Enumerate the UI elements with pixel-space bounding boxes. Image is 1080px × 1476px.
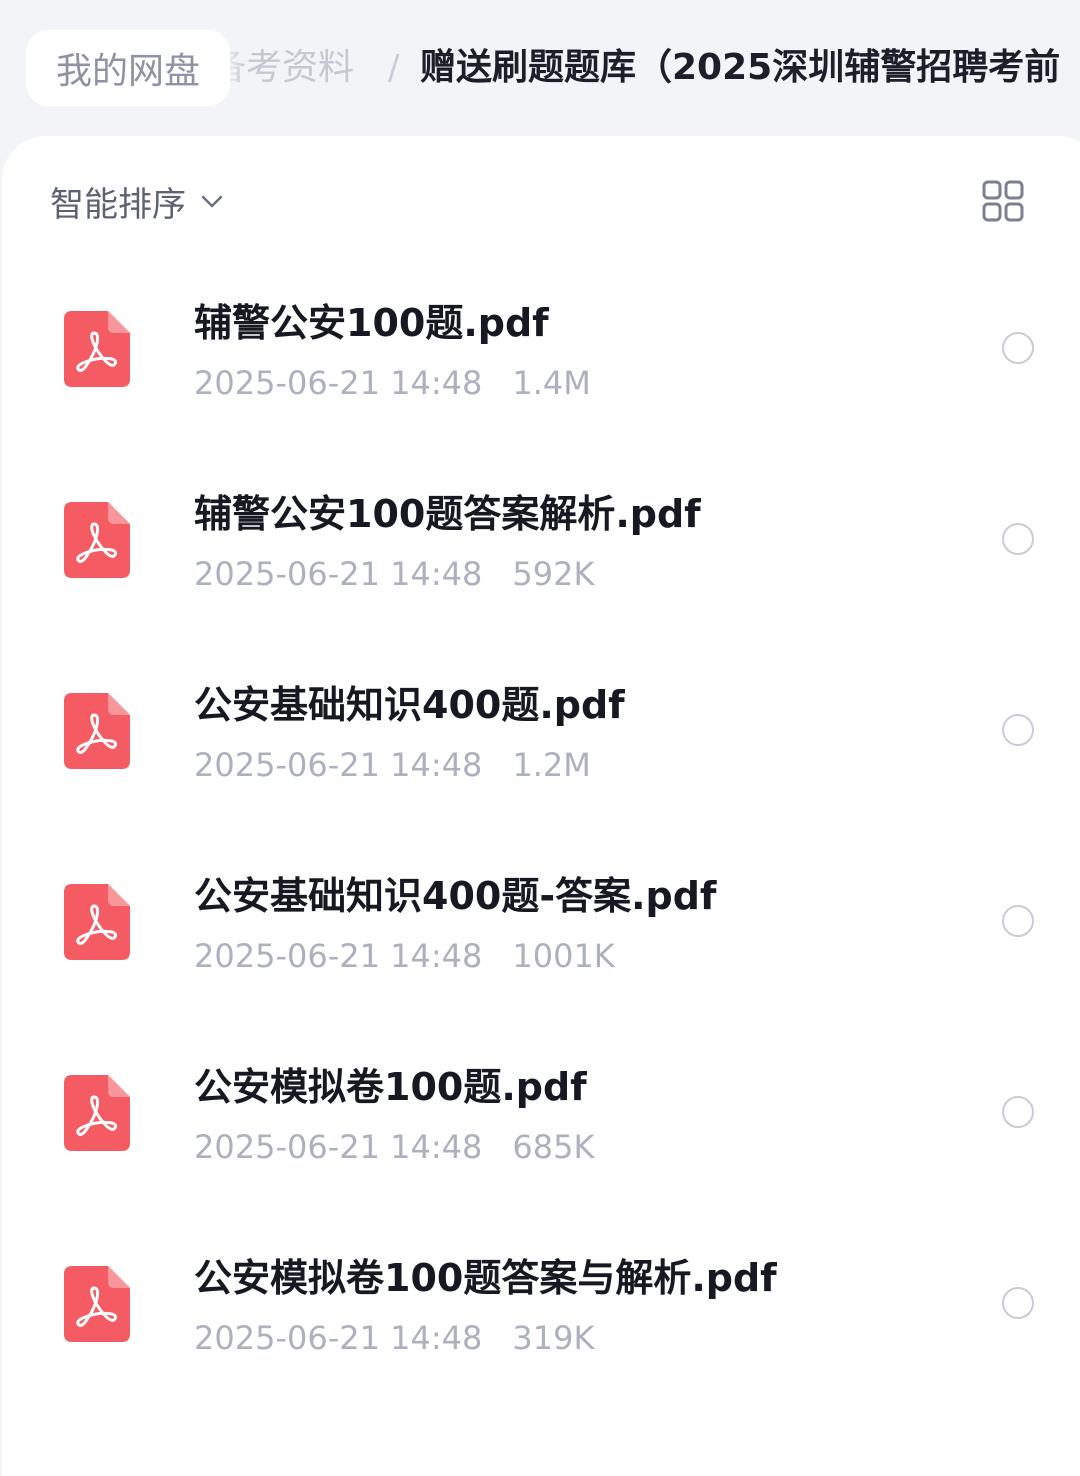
file-name: 公安基础知识400题.pdf — [194, 683, 625, 727]
chevron-down-icon — [201, 195, 223, 208]
select-checkbox[interactable] — [1002, 523, 1034, 555]
file-row[interactable]: 公安模拟卷100题.pdf 2025-06-21 14:48 685K — [0, 1017, 1080, 1208]
file-list: 辅警公安100题.pdf 2025-06-21 14:48 1.4M 辅警公安1… — [0, 253, 1080, 1399]
pdf-icon — [64, 502, 130, 578]
breadcrumb: 备考资料 我的网盘 / 赠送刷题题库（2025深圳辅警招聘考前 — [0, 0, 1080, 140]
file-meta: 2025-06-21 14:48 685K — [194, 1127, 594, 1167]
breadcrumb-item-current: 赠送刷题题库（2025深圳辅警招聘考前 — [420, 47, 1061, 88]
file-meta: 2025-06-21 14:48 319K — [194, 1318, 594, 1358]
file-date: 2025-06-21 14:48 — [194, 1319, 483, 1357]
file-date: 2025-06-21 14:48 — [194, 937, 483, 975]
file-date: 2025-06-21 14:48 — [194, 364, 483, 402]
select-checkbox[interactable] — [1002, 1096, 1034, 1128]
file-meta: 2025-06-21 14:48 592K — [194, 554, 594, 594]
breadcrumb-separator: / — [388, 48, 400, 88]
select-checkbox[interactable] — [1002, 905, 1034, 937]
file-size: 1.4M — [512, 364, 591, 402]
file-name: 辅警公安100题答案解析.pdf — [194, 492, 701, 536]
file-name: 公安基础知识400题-答案.pdf — [194, 874, 717, 918]
file-name: 公安模拟卷100题答案与解析.pdf — [194, 1256, 777, 1300]
file-date: 2025-06-21 14:48 — [194, 555, 483, 593]
breadcrumb-item-home[interactable]: 我的网盘 — [26, 30, 230, 106]
sort-dropdown-button[interactable]: 智能排序 — [50, 176, 226, 226]
pdf-icon — [64, 884, 130, 960]
file-meta: 2025-06-21 14:48 1001K — [194, 936, 615, 976]
file-date: 2025-06-21 14:48 — [194, 1128, 483, 1166]
file-meta: 2025-06-21 14:48 1.2M — [194, 745, 591, 785]
file-row[interactable]: 辅警公安100题答案解析.pdf 2025-06-21 14:48 592K — [0, 444, 1080, 635]
file-size: 319K — [512, 1319, 595, 1357]
pdf-icon — [64, 311, 130, 387]
file-size: 1001K — [512, 937, 615, 975]
file-size: 685K — [512, 1128, 595, 1166]
file-row[interactable]: 公安基础知识400题-答案.pdf 2025-06-21 14:48 1001K — [0, 826, 1080, 1017]
file-row[interactable]: 公安基础知识400题.pdf 2025-06-21 14:48 1.2M — [0, 635, 1080, 826]
pdf-icon — [64, 1075, 130, 1151]
sort-label: 智能排序 — [50, 184, 186, 225]
pdf-icon — [64, 1266, 130, 1342]
pdf-icon — [64, 693, 130, 769]
select-checkbox[interactable] — [1002, 714, 1034, 746]
select-checkbox[interactable] — [1002, 1287, 1034, 1319]
file-size: 1.2M — [512, 746, 591, 784]
file-row[interactable]: 辅警公安100题.pdf 2025-06-21 14:48 1.4M — [0, 253, 1080, 444]
file-name: 公安模拟卷100题.pdf — [194, 1065, 587, 1109]
grid-view-icon[interactable] — [982, 180, 1024, 222]
breadcrumb-item-parent[interactable]: 备考资料 — [210, 30, 354, 106]
file-name: 辅警公安100题.pdf — [194, 301, 549, 345]
file-row[interactable]: 公安模拟卷100题答案与解析.pdf 2025-06-21 14:48 319K — [0, 1208, 1080, 1399]
file-meta: 2025-06-21 14:48 1.4M — [194, 363, 591, 403]
select-checkbox[interactable] — [1002, 332, 1034, 364]
file-size: 592K — [512, 555, 595, 593]
file-date: 2025-06-21 14:48 — [194, 746, 483, 784]
